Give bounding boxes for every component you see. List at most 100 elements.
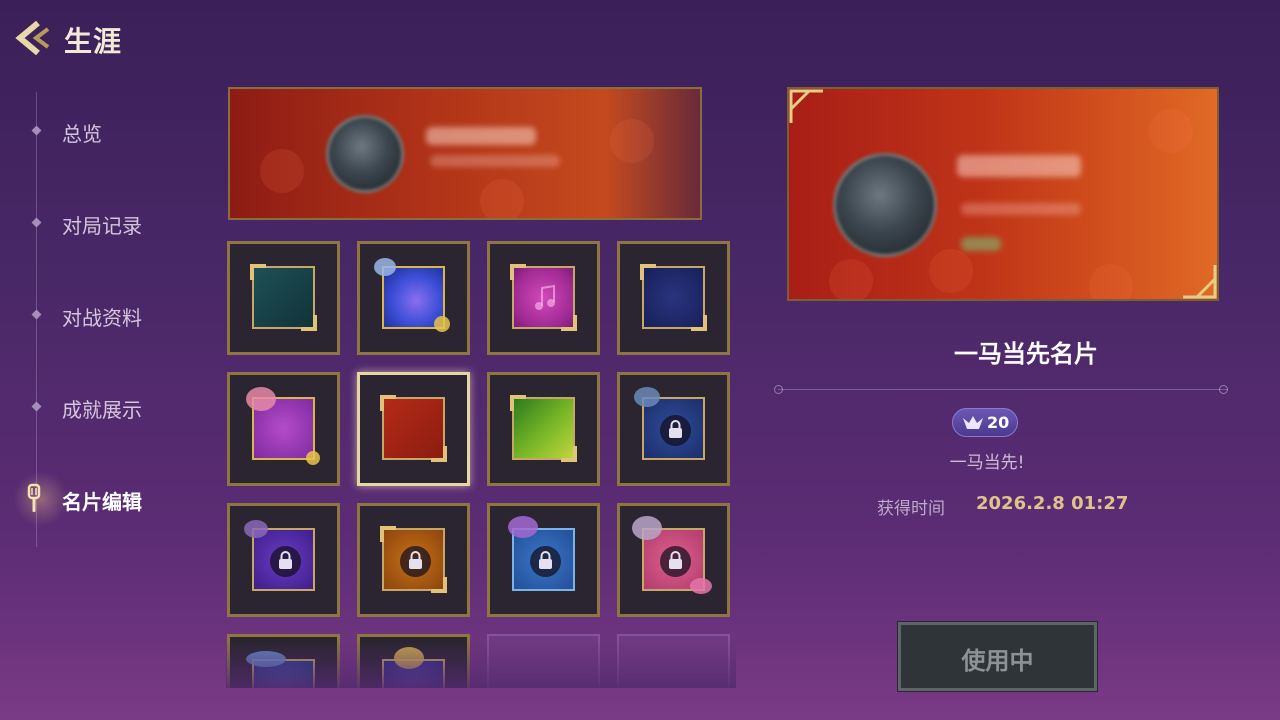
card-tile-empty xyxy=(487,634,600,688)
paw-pattern xyxy=(260,149,304,193)
card-thumb xyxy=(246,387,320,465)
sidebar-item-battle-stats[interactable]: 对战资料 xyxy=(24,292,204,338)
card-tile-galaxy[interactable] xyxy=(357,241,470,355)
card-tile-amber[interactable] xyxy=(357,503,470,617)
cloud-ornament xyxy=(246,651,286,667)
card-tile-violet-star[interactable] xyxy=(227,503,340,617)
card-tile-purple-bell[interactable] xyxy=(227,372,340,486)
frame-corner xyxy=(510,264,526,280)
sidebar-dot-icon xyxy=(31,217,42,228)
wand-ornament xyxy=(434,316,450,332)
fox-ornament xyxy=(632,516,662,540)
frame-corner xyxy=(691,315,707,331)
card-thumb xyxy=(382,647,445,688)
flower-ornament xyxy=(690,578,712,594)
divider-end xyxy=(774,385,783,394)
card-preview-banner xyxy=(228,87,702,220)
frame-corner xyxy=(510,395,526,411)
sidebar-item-label: 成就展示 xyxy=(62,398,142,422)
card-tile-pink-fox[interactable] xyxy=(617,503,730,617)
blurred-player-info xyxy=(961,203,1081,215)
lock-icon xyxy=(660,415,691,446)
badge-value: 20 xyxy=(987,413,1010,432)
card-tile-red-horse[interactable] xyxy=(357,372,470,486)
blurred-player-name xyxy=(426,127,536,145)
blurred-status xyxy=(961,237,1001,251)
acquired-time-value: 2026.2.8 01:27 xyxy=(976,493,1129,514)
frame-corner xyxy=(431,577,447,593)
sidebar-item-card-edit[interactable]: 名片编辑 xyxy=(12,472,192,526)
card-name: 一马当先名片 xyxy=(954,340,1098,368)
blurred-player-name xyxy=(957,155,1081,177)
paw-pattern xyxy=(929,249,973,293)
in-use-label: 使用中 xyxy=(961,647,1034,675)
frame-corner xyxy=(301,315,317,331)
lock-icon xyxy=(530,546,561,577)
frame-corner xyxy=(250,264,266,280)
card-tile-green[interactable] xyxy=(487,372,600,486)
frame-corner xyxy=(1183,265,1217,299)
crown-wing-icon xyxy=(963,416,983,429)
card-tile-teal[interactable] xyxy=(227,241,340,355)
card-tile-music-pink[interactable] xyxy=(487,241,600,355)
frame-corner xyxy=(561,446,577,462)
card-tile-blue-spirit[interactable] xyxy=(487,503,600,617)
flower-ornament xyxy=(246,387,276,411)
source-text: 一马当先! xyxy=(949,453,1025,473)
blurred-player-info xyxy=(430,155,560,167)
sidebar-item-label: 对战资料 xyxy=(62,306,142,330)
point-badge: 20 xyxy=(952,408,1018,437)
card-tile-blue-cloud[interactable] xyxy=(227,634,340,688)
sidebar-item-match-history[interactable]: 对局记录 xyxy=(24,200,204,246)
card-thumb xyxy=(244,520,315,591)
card-tile-empty xyxy=(617,634,730,688)
card-tile-navy[interactable] xyxy=(617,241,730,355)
sidebar-dot-icon xyxy=(31,125,42,136)
paw-pattern xyxy=(1149,109,1193,153)
card-thumb xyxy=(632,516,712,594)
lock-icon xyxy=(270,546,301,577)
acquired-time-label: 获得时间 xyxy=(877,499,945,519)
sidebar-item-label: 名片编辑 xyxy=(62,490,142,514)
frame-corner xyxy=(431,446,447,462)
card-thumb xyxy=(640,264,707,331)
bell-icon xyxy=(306,451,320,465)
card-thumb xyxy=(380,395,447,462)
card-thumb xyxy=(508,516,575,591)
card-thumb xyxy=(510,395,577,462)
paw-pattern xyxy=(480,179,524,218)
back-button[interactable] xyxy=(14,20,54,56)
lock-icon xyxy=(400,546,431,577)
in-use-button[interactable]: 使用中 xyxy=(897,621,1098,692)
crown-ornament xyxy=(394,647,424,669)
dragon-ornament xyxy=(634,387,660,407)
divider-end xyxy=(1219,385,1228,394)
card-thumb xyxy=(246,651,315,688)
frame-corner xyxy=(789,89,823,123)
card-tile-gold-crown[interactable] xyxy=(357,634,470,688)
page-title: 生涯 xyxy=(64,25,123,58)
sidebar-item-label: 对局记录 xyxy=(62,214,142,238)
back-chevron-icon xyxy=(15,20,50,56)
sidebar-item-overview[interactable]: 总览 xyxy=(24,108,204,154)
card-thumb xyxy=(380,526,447,593)
frame-corner xyxy=(380,395,396,411)
sidebar-item-label: 总览 xyxy=(62,122,102,146)
card-thumb xyxy=(250,264,317,331)
spirit-ornament xyxy=(508,516,538,538)
card-grid xyxy=(226,240,736,688)
selected-card-preview xyxy=(787,87,1219,301)
avatar xyxy=(833,153,937,257)
sidebar-dot-icon xyxy=(31,309,42,320)
card-thumb xyxy=(374,258,450,332)
frame-corner xyxy=(640,264,656,280)
frame-corner xyxy=(561,315,577,331)
sidebar-dot-icon xyxy=(31,401,42,412)
cloud-ornament xyxy=(244,520,268,538)
music-note-icon xyxy=(535,284,555,310)
sidebar-item-achievements[interactable]: 成就展示 xyxy=(24,384,204,430)
lock-icon xyxy=(660,546,691,577)
paw-pattern xyxy=(829,259,873,299)
card-tile-blue-dragon[interactable] xyxy=(617,372,730,486)
divider xyxy=(778,389,1228,390)
